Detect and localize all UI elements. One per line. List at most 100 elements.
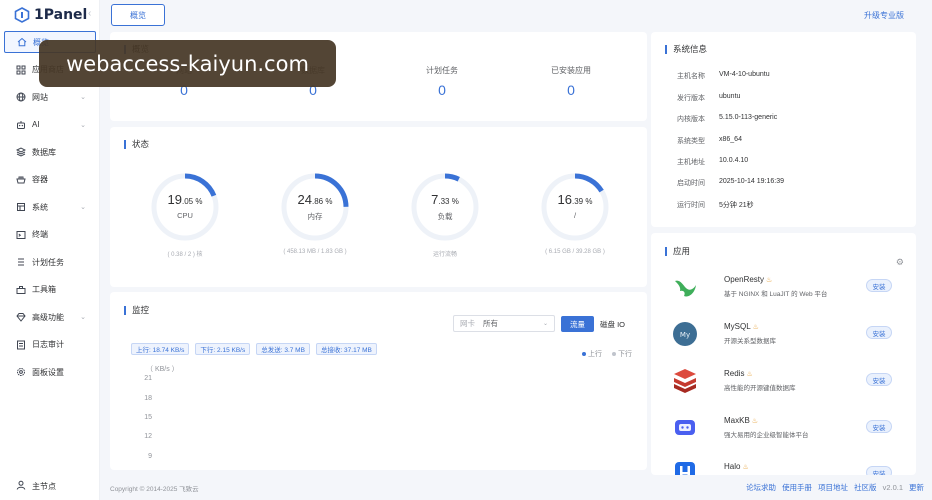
traffic-button[interactable]: 流量	[561, 316, 594, 332]
total-sent-tag: 总发送: 3.7 MB	[256, 343, 310, 355]
app-desc: 基于 NGINX 和 LuaJIT 的 Web 平台	[724, 291, 828, 298]
diamond-icon	[16, 312, 26, 322]
footer-links: 论坛求助 使用手册 项目地址 社区版 v2.0.1 更新	[746, 482, 924, 493]
app-name: Redis	[724, 369, 745, 378]
sidebar-item-cron[interactable]: 计划任务	[4, 251, 96, 273]
copyright: Copyright © 2014-2025 飞致云	[110, 486, 199, 493]
collapse-icon[interactable]: ‹	[88, 8, 91, 19]
install-button[interactable]: 安装	[866, 373, 892, 386]
total-received-tag: 总接收: 37.17 MB	[315, 343, 377, 355]
monitor-card: 监控 网卡 所有 ⌄ 流量 磁盘 IO 上行: 18.74 KB/s 下行: 2…	[110, 292, 647, 470]
sidebar-item-label: 高级功能	[32, 312, 64, 322]
forum-link[interactable]: 论坛求助	[746, 482, 776, 493]
y-tick: 9	[148, 453, 152, 460]
chevron-down-icon: ⌄	[80, 94, 86, 101]
gauge-label: CPU	[177, 211, 193, 220]
sidebar-item-label: 工具箱	[32, 285, 56, 294]
disk-gauge[interactable]: 16.39 % /	[535, 167, 615, 247]
gauge-subtext: ( 6.15 GB / 39.28 GB )	[545, 249, 605, 255]
chevron-down-icon: ⌄	[80, 204, 86, 211]
upgrade-link[interactable]: 升级专业版	[864, 10, 904, 21]
openresty-icon	[675, 280, 696, 297]
gauge-ring	[281, 173, 349, 241]
apps-title: 应用	[665, 245, 690, 257]
gauge-percent: 7.33 %	[431, 192, 459, 207]
app-redis[interactable]: Redis ♨ 高性能的开源键值数据库 安装	[667, 365, 907, 399]
download-speed-tag: 下行: 2.15 KB/s	[195, 343, 251, 355]
stat-cron[interactable]: 计划任务 0	[392, 65, 492, 98]
sidebar-item-terminal[interactable]: 终端	[4, 224, 96, 246]
log-icon	[16, 340, 26, 350]
monitor-title: 监控	[124, 304, 149, 316]
sidebar-item-container[interactable]: 容器	[4, 169, 96, 191]
sidebar-item-label: 计划任务	[32, 257, 64, 267]
memory-gauge[interactable]: 24.86 % 内存	[275, 167, 355, 247]
cpu-gauge[interactable]: 19.05 % CPU	[145, 167, 225, 247]
gauge-label: /	[573, 211, 577, 220]
logo[interactable]: 1Panel	[14, 6, 87, 24]
install-button[interactable]: 安装	[866, 279, 892, 292]
sidebar-item-ai[interactable]: AI ⌄	[4, 114, 96, 136]
grid-icon	[16, 65, 26, 75]
fire-icon: ♨	[751, 418, 759, 425]
manual-link[interactable]: 使用手册	[782, 482, 812, 493]
globe-icon	[16, 92, 26, 102]
y-tick: 21	[144, 375, 152, 382]
sidebar-item-system[interactable]: 系统 ⌄	[4, 196, 96, 218]
watermark-banner: webaccess-kaiyun.com	[39, 40, 336, 87]
app-halo[interactable]: Halo ♨ 安装	[667, 458, 907, 475]
select-value: 所有	[483, 319, 498, 328]
install-button[interactable]: 安装	[866, 466, 892, 475]
legend-download[interactable]: 下行	[612, 349, 632, 359]
breadcrumb-overview-button[interactable]: 概览	[111, 4, 165, 26]
app-name: MaxKB	[724, 416, 750, 425]
status-title: 状态	[124, 138, 149, 150]
stat-installed-apps[interactable]: 已安装应用 0	[521, 65, 621, 98]
system-info-card: 系统信息 主机名称 VM-4-10-ubuntu 发行版本 ubuntu 内核版本 5…	[651, 32, 916, 227]
info-row-distro: 发行版本 ubuntu	[677, 93, 741, 102]
version-label: v2.0.1	[882, 483, 903, 492]
app-desc: 高性能的开源键值数据库	[724, 385, 796, 392]
redis-icon	[674, 369, 696, 393]
update-link[interactable]: 更新	[909, 482, 924, 493]
upload-speed-tag: 上行: 18.74 KB/s	[131, 343, 190, 355]
app-openresty[interactable]: OpenResty ♨ 基于 NGINX 和 LuaJIT 的 Web 平台 安装	[667, 271, 907, 305]
gear-icon[interactable]: ⚙	[896, 257, 904, 268]
gauge-subtext: 运行流畅	[432, 252, 457, 258]
sidebar-item-database[interactable]: 数据库	[4, 141, 96, 163]
topbar: 概览 升级专业版	[100, 0, 932, 30]
gauge-ring	[411, 173, 479, 241]
sidebar-item-website[interactable]: 网站 ⌄	[4, 86, 96, 108]
sidebar-item-settings[interactable]: 面板设置	[4, 361, 96, 383]
chart-legend: 上行 下行	[582, 349, 632, 359]
disk-io-button[interactable]: 磁盘 IO	[600, 316, 625, 332]
node-switcher[interactable]: 主节点	[16, 480, 56, 492]
fire-icon: ♨	[766, 277, 773, 284]
halo-icon	[675, 462, 695, 475]
load-gauge[interactable]: 7.33 % 负载	[405, 167, 485, 247]
sidebar-item-advanced[interactable]: 高级功能 ⌄	[4, 306, 96, 328]
gauge-ring	[541, 173, 609, 241]
info-row-kernel: 内核版本 5.15.0-113-generic	[677, 114, 778, 123]
legend-upload[interactable]: 上行	[582, 349, 602, 359]
fire-icon: ♨	[746, 371, 753, 378]
sidebar-item-logs[interactable]: 日志审计	[4, 334, 96, 356]
container-icon	[16, 175, 26, 185]
install-button[interactable]: 安装	[866, 420, 892, 433]
app-mysql[interactable]: My MySQL ♨ 开源关系型数据库 安装	[667, 318, 907, 352]
project-link[interactable]: 项目地址	[818, 482, 848, 493]
chart-unit: （ KB/s ）	[146, 366, 179, 373]
sidebar-item-label: 网站	[32, 92, 48, 102]
fire-icon: ♨	[752, 324, 759, 331]
sidebar-item-label: 容器	[32, 175, 48, 184]
sidebar-item-toolbox[interactable]: 工具箱	[4, 279, 96, 301]
network-card-select[interactable]: 网卡 所有 ⌄	[453, 315, 555, 332]
task-icon	[16, 257, 26, 267]
info-row-ip: 主机地址 10.0.4.10	[677, 157, 749, 166]
install-button[interactable]: 安装	[866, 326, 892, 339]
edition-link[interactable]: 社区版	[854, 482, 877, 493]
stat-label: 已安装应用	[551, 66, 591, 75]
toolbox-icon	[16, 285, 26, 295]
gauge-percent: 24.86 %	[297, 192, 333, 207]
app-maxkb[interactable]: MaxKB ♨ 强大易用的企业级智能体平台 安装	[667, 412, 907, 446]
